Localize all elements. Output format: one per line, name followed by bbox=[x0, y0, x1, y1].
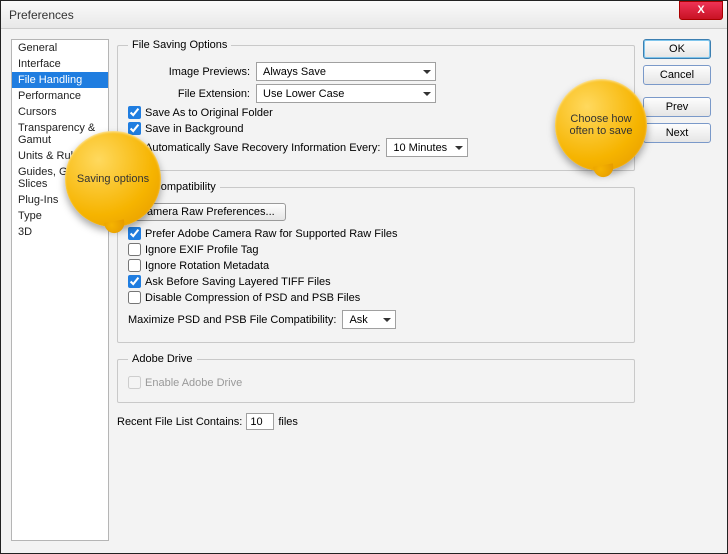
file-extension-label: File Extension: bbox=[128, 88, 256, 100]
recent-files-input[interactable] bbox=[246, 413, 274, 430]
recent-files-label-b: files bbox=[278, 416, 298, 428]
maximize-compat-value: Ask bbox=[349, 314, 367, 326]
enable-drive-label: Enable Adobe Drive bbox=[145, 377, 242, 389]
ignore-rotation-label: Ignore Rotation Metadata bbox=[145, 260, 269, 272]
sidebar-item-interface[interactable]: Interface bbox=[12, 56, 108, 72]
recent-files-label-a: Recent File List Contains: bbox=[117, 416, 242, 428]
callout-saving-text: Saving options bbox=[77, 173, 149, 185]
callout-autosave-text: Choose how often to save bbox=[563, 113, 639, 137]
prefer-acr-label: Prefer Adobe Camera Raw for Supported Ra… bbox=[145, 228, 398, 240]
ok-button[interactable]: OK bbox=[643, 39, 711, 59]
autosave-interval-select[interactable]: 10 Minutes bbox=[386, 138, 468, 157]
adobe-drive-fieldset: Adobe Drive Enable Adobe Drive bbox=[117, 353, 635, 403]
save-background-checkbox[interactable]: Save in Background bbox=[128, 122, 624, 135]
chevron-down-icon bbox=[455, 146, 463, 150]
window-body: General Interface File Handling Performa… bbox=[1, 29, 727, 553]
prev-button[interactable]: Prev bbox=[643, 97, 711, 117]
autosave-label: Automatically Save Recovery Information … bbox=[145, 142, 380, 154]
maximize-compat-select[interactable]: Ask bbox=[342, 310, 396, 329]
close-button[interactable]: X bbox=[679, 1, 723, 20]
save-as-original-input[interactable] bbox=[128, 106, 141, 119]
autosave-checkbox[interactable]: Automatically Save Recovery Information … bbox=[128, 141, 380, 154]
ask-tiff-checkbox[interactable]: Ask Before Saving Layered TIFF Files bbox=[128, 275, 624, 288]
disable-psd-compression-checkbox[interactable]: Disable Compression of PSD and PSB Files bbox=[128, 291, 624, 304]
category-sidebar: General Interface File Handling Performa… bbox=[11, 39, 109, 541]
file-extension-value: Use Lower Case bbox=[263, 88, 344, 100]
ignore-rotation-input[interactable] bbox=[128, 259, 141, 272]
chevron-down-icon bbox=[383, 318, 391, 322]
preferences-window: Preferences X General Interface File Han… bbox=[0, 0, 728, 554]
save-background-label: Save in Background bbox=[145, 123, 243, 135]
adobe-drive-legend: Adobe Drive bbox=[128, 353, 197, 365]
chevron-down-icon bbox=[423, 70, 431, 74]
maximize-compat-label: Maximize PSD and PSB File Compatibility: bbox=[128, 314, 336, 326]
sidebar-item-3d[interactable]: 3D bbox=[12, 224, 108, 240]
sidebar-item-file-handling[interactable]: File Handling bbox=[12, 72, 108, 88]
image-previews-select[interactable]: Always Save bbox=[256, 62, 436, 81]
disable-psd-compression-label: Disable Compression of PSD and PSB Files bbox=[145, 292, 360, 304]
save-as-original-label: Save As to Original Folder bbox=[145, 107, 273, 119]
ignore-rotation-checkbox[interactable]: Ignore Rotation Metadata bbox=[128, 259, 624, 272]
autosave-interval-value: 10 Minutes bbox=[393, 142, 447, 154]
cancel-button[interactable]: Cancel bbox=[643, 65, 711, 85]
sidebar-item-general[interactable]: General bbox=[12, 40, 108, 56]
prefer-acr-input[interactable] bbox=[128, 227, 141, 240]
titlebar: Preferences X bbox=[1, 1, 727, 29]
enable-drive-checkbox: Enable Adobe Drive bbox=[128, 376, 624, 389]
ignore-exif-input[interactable] bbox=[128, 243, 141, 256]
ignore-exif-checkbox[interactable]: Ignore EXIF Profile Tag bbox=[128, 243, 624, 256]
callout-autosave: Choose how often to save bbox=[555, 79, 647, 171]
sidebar-item-cursors[interactable]: Cursors bbox=[12, 104, 108, 120]
main-panel: File Saving Options Image Previews: Alwa… bbox=[117, 39, 635, 541]
ask-tiff-input[interactable] bbox=[128, 275, 141, 288]
file-saving-fieldset: File Saving Options Image Previews: Alwa… bbox=[117, 39, 635, 171]
enable-drive-input bbox=[128, 376, 141, 389]
window-title: Preferences bbox=[9, 8, 74, 22]
save-background-input[interactable] bbox=[128, 122, 141, 135]
ask-tiff-label: Ask Before Saving Layered TIFF Files bbox=[145, 276, 331, 288]
chevron-down-icon bbox=[423, 92, 431, 96]
sidebar-item-performance[interactable]: Performance bbox=[12, 88, 108, 104]
callout-saving-options: Saving options bbox=[65, 131, 161, 227]
ignore-exif-label: Ignore EXIF Profile Tag bbox=[145, 244, 259, 256]
next-button[interactable]: Next bbox=[643, 123, 711, 143]
file-compat-fieldset: File Compatibility Camera Raw Preference… bbox=[117, 181, 635, 343]
action-buttons: OK Cancel Prev Next bbox=[643, 39, 715, 541]
file-saving-legend: File Saving Options bbox=[128, 39, 231, 51]
save-as-original-checkbox[interactable]: Save As to Original Folder bbox=[128, 106, 624, 119]
image-previews-value: Always Save bbox=[263, 66, 326, 78]
disable-psd-compression-input[interactable] bbox=[128, 291, 141, 304]
recent-files-row: Recent File List Contains: files bbox=[117, 413, 635, 430]
image-previews-label: Image Previews: bbox=[128, 66, 256, 78]
file-extension-select[interactable]: Use Lower Case bbox=[256, 84, 436, 103]
prefer-acr-checkbox[interactable]: Prefer Adobe Camera Raw for Supported Ra… bbox=[128, 227, 624, 240]
